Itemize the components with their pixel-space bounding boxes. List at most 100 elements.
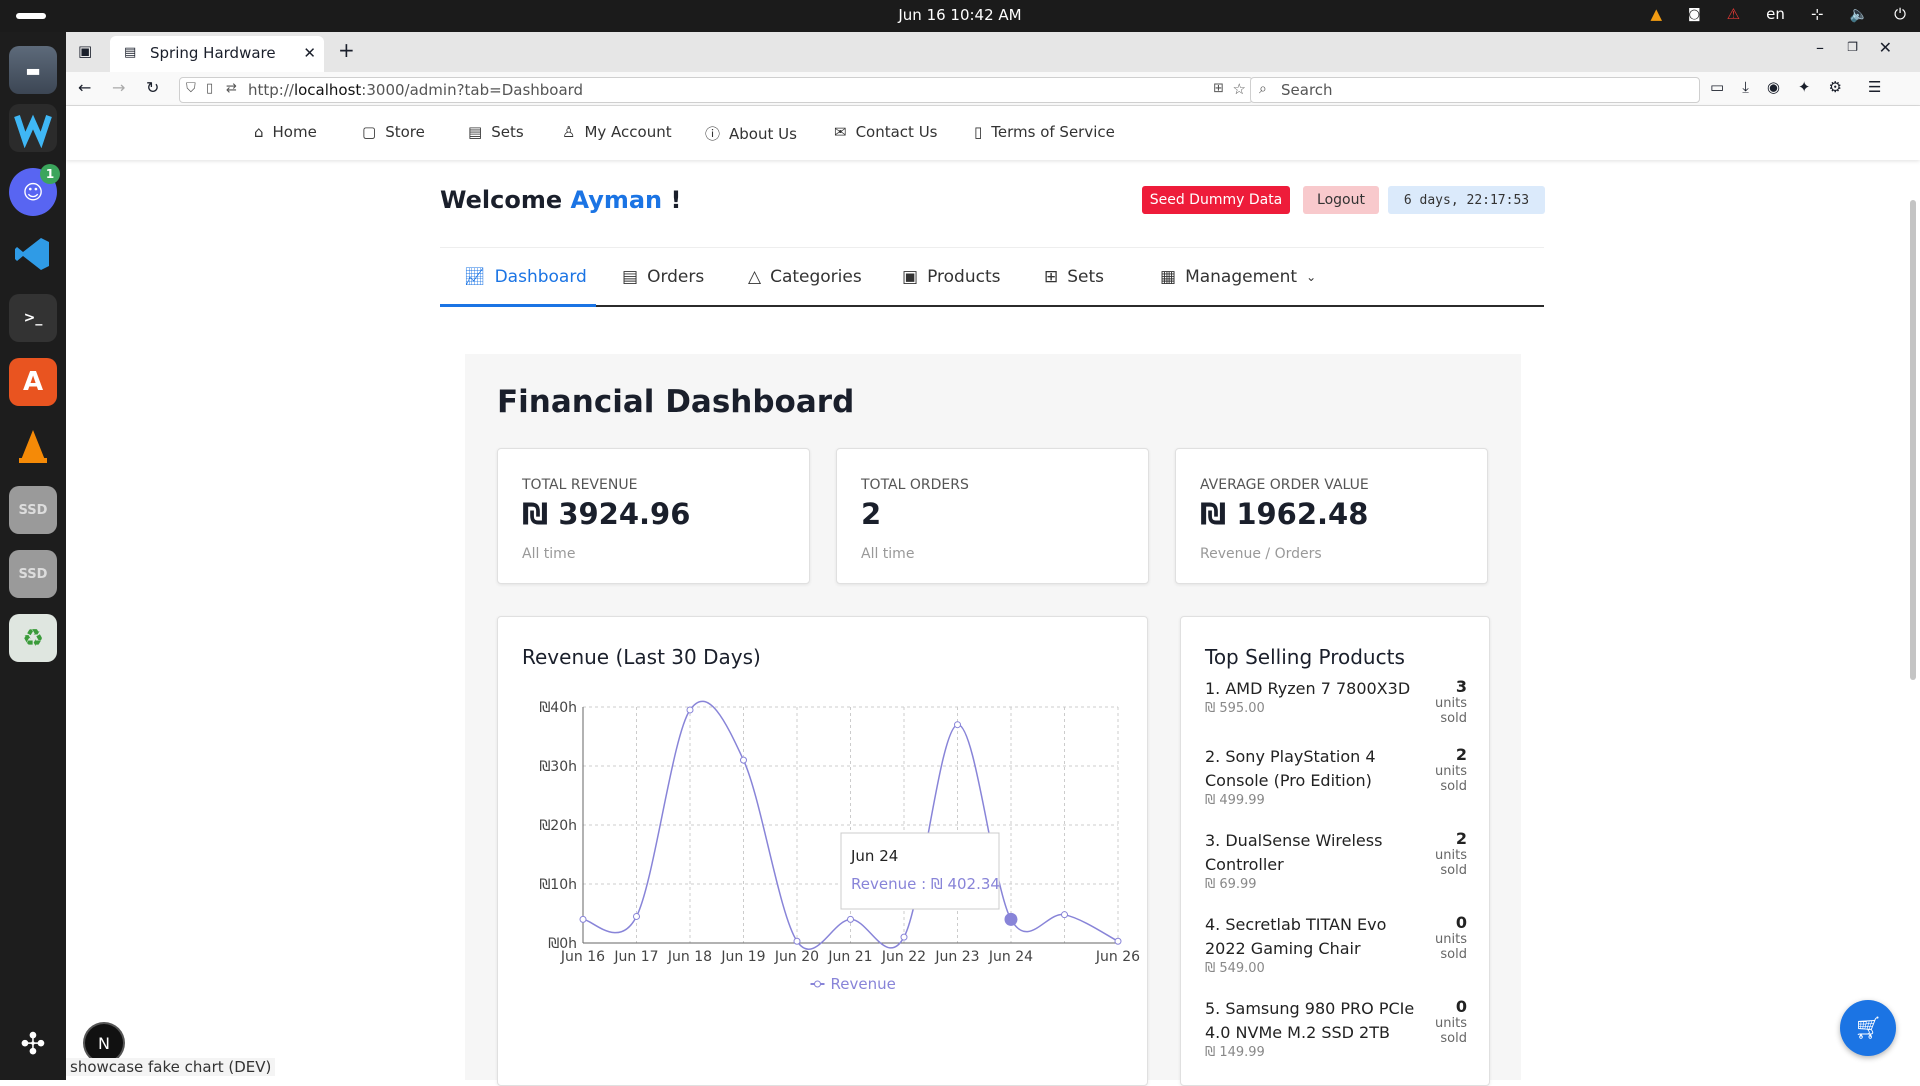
tab-management[interactable]: ▦ Management ⌄ [1160,267,1316,287]
translate-icon[interactable]: ⊞ [1213,81,1224,96]
tooltip-value: Revenue : ₪ 402.34 [851,875,1000,893]
terminal-app-icon[interactable]: >_ [9,294,57,342]
revenue-chart-card: Revenue (Last 30 Days) ₪0h ₪10h ₪20h ₪30h ₪4… [497,616,1148,1086]
data-point [900,933,908,941]
nav-store[interactable]: ▢ Store [362,123,425,141]
y-tick-label: ₪10h [539,877,577,893]
units-sold-count: 0 [1455,997,1467,1016]
close-window-icon[interactable]: ✕ [1879,38,1892,57]
tab-favicon-icon: ▤ [124,45,137,60]
language-indicator[interactable]: en [1766,5,1785,23]
mail-icon: ✉ [834,123,847,141]
units-sold-label: units sold [1435,696,1467,726]
units-sold: 0 units sold [1421,997,1467,1046]
page-scrollbar[interactable] [1910,200,1916,680]
vscode-app-icon[interactable] [9,230,57,278]
data-point [847,915,854,923]
back-icon[interactable]: ← [78,78,91,97]
data-point [633,912,640,920]
volume-icon[interactable]: 🔈 [1849,5,1868,23]
vlc-tray-icon[interactable]: ▲ [1650,5,1662,23]
menu-icon[interactable]: ☰ [1868,78,1881,96]
browser-tab-active[interactable]: ▤ Spring Hardware ✕ [110,36,324,72]
nav-my-account[interactable]: ♙ My Account [562,123,672,141]
nav-contact-us[interactable]: ✉ Contact Us [834,123,938,141]
tab-orders[interactable]: ▤ Orders [622,267,704,287]
sets-icon: ▤ [468,123,483,141]
tab-dashboard[interactable]: 📈︎ Dashboard [464,267,587,287]
nav-about-us[interactable]: ⓘ About Us [705,123,797,144]
revenue-line-chart[interactable]: ₪0h₪10h₪20h₪30h₪40hJun 16 Jun 17 Jun 18 Jun… [498,677,1149,1007]
product-name: 5. Samsung 980 PRO PCIe 4.0 NVMe M.2 SSD… [1205,999,1415,1042]
forward-icon[interactable]: → [112,78,125,97]
minimize-window-icon[interactable]: – [1816,38,1824,57]
network-icon[interactable]: ⊹ [1811,5,1824,23]
x-tick-label: Jun 18 [667,949,712,965]
list-item: 1. AMD Ryzen 7 7800X3D ₪ 595.00 3 units sol… [1205,677,1467,726]
warning-tray-icon[interactable]: ⚠ [1727,5,1740,23]
tab-products[interactable]: ▣ Products [902,267,1000,287]
x-tick-label: Jun 16 [560,949,605,965]
nav-terms[interactable]: ▯ Terms of Service [974,123,1115,141]
discord-tray-icon[interactable]: ◙ [1688,7,1701,22]
search-placeholder: Search [1281,81,1333,99]
power-icon[interactable]: ⏻ [1894,5,1906,23]
dashboard-panel: Financial Dashboard TOTAL REVENUE ₪ 3924… [465,354,1521,1086]
url-bar[interactable]: ⛉ ▯ ⇄ http://localhost:3000/admin?tab=Da… [179,77,1253,103]
reload-icon[interactable]: ↻ [146,78,159,97]
nav-home[interactable]: ⌂ Home [254,123,317,141]
ssd-drive-icon-2[interactable]: SSD [9,550,57,598]
site-navigation: ⌂ Home ▢ Store ▤ Sets ♙ My Account ⓘ About Us… [66,106,1920,160]
units-sold: 2 units sold [1421,745,1467,794]
extensions-icon[interactable]: ✦ [1798,78,1811,96]
vlc-app-icon[interactable] [9,422,57,470]
stat-card-average: AVERAGE ORDER VALUE ₪ 1962.48 Revenue / … [1175,448,1488,584]
dev-status-label: showcase fake chart (DEV) [66,1058,276,1076]
permissions-icon: ⇄ [226,81,237,96]
tab-sets[interactable]: ⊞ Sets [1044,267,1104,287]
ssd-drive-icon-1[interactable]: SSD [9,486,57,534]
x-tick-label: Jun 23 [934,949,979,965]
pocket-icon[interactable]: ▭ [1710,78,1724,96]
data-point [954,721,961,729]
bookmark-star-icon[interactable]: ☆ [1233,80,1246,98]
ws-logo-icon [14,114,52,148]
y-tick-label: ₪20h [539,818,577,834]
firefox-view-icon[interactable]: ▣ [78,42,92,60]
files-app-icon[interactable]: ▬ [9,46,57,94]
vscode-logo-icon [15,238,49,270]
tab-categories[interactable]: △ Categories [748,267,862,287]
cart-button[interactable]: 🛒︎ [1840,1000,1896,1056]
active-tab-indicator [440,304,596,307]
show-apps-icon[interactable]: ✣ [9,1020,57,1068]
search-bar[interactable]: ⌕ Search [1250,77,1700,103]
maximize-window-icon[interactable]: ❐ [1847,40,1858,54]
logout-button[interactable]: Logout [1303,186,1379,214]
webstorm-app-icon[interactable] [9,104,57,152]
data-point [1061,911,1068,919]
units-sold: 2 units sold [1421,829,1467,878]
units-sold: 0 units sold [1421,913,1467,962]
list-item: 3. DualSense Wireless Controller ₪ 69.99 2… [1205,829,1467,892]
downloads-icon[interactable]: ⤓ [1742,78,1749,96]
account-icon[interactable]: ◉ [1767,78,1780,96]
product-name: 2. Sony PlayStation 4 Console (Pro Editi… [1205,747,1376,790]
shield-icon: ⛉ [186,81,196,96]
seed-dummy-data-button[interactable]: Seed Dummy Data [1142,186,1290,214]
app-center-icon[interactable]: A [9,358,57,406]
tab-close-icon[interactable]: ✕ [303,44,316,62]
system-clock[interactable]: Jun 16 10:42 AM [0,6,1920,24]
chevron-down-icon: ⌄ [1306,270,1317,284]
nextjs-dev-badge[interactable]: N [85,1024,123,1062]
new-tab-icon[interactable]: + [338,38,355,62]
discord-app-icon[interactable]: ☺ 1 [9,164,60,216]
list-item: 5. Samsung 980 PRO PCIe 4.0 NVMe M.2 SSD… [1205,997,1467,1060]
nav-sets[interactable]: ▤ Sets [468,123,524,141]
units-sold-count: 2 [1455,745,1467,764]
trash-icon[interactable]: ♻ [9,614,57,662]
product-name: 3. DualSense Wireless Controller [1205,831,1383,874]
dashboard-icon: ▦ [1160,267,1177,287]
chart-title: Revenue (Last 30 Days) [522,645,761,669]
data-point [686,706,694,714]
extension-icon[interactable]: ⚙ [1829,78,1842,96]
